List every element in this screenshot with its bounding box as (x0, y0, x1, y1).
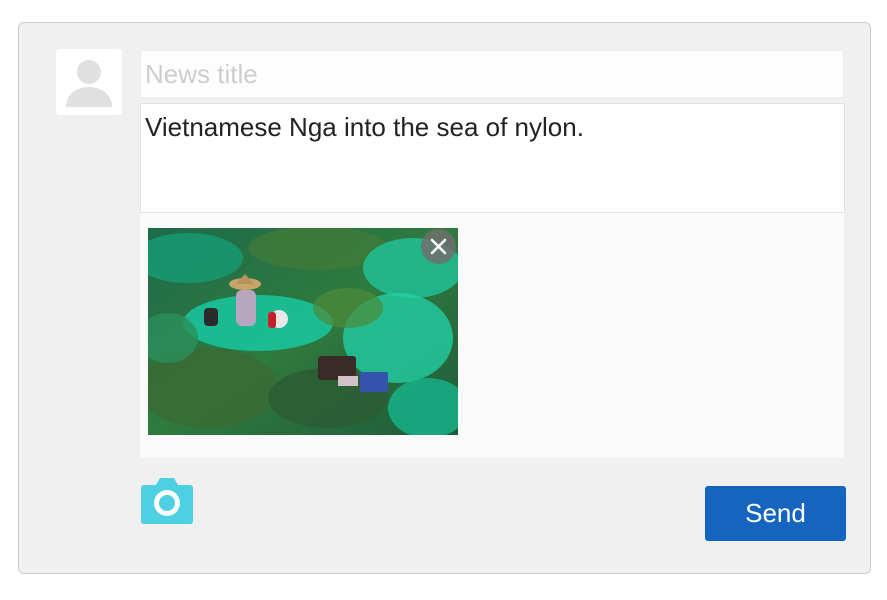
remove-image-button[interactable] (421, 229, 456, 264)
news-content-textarea[interactable]: Vietnamese Nga into the sea of nylon. (140, 103, 845, 213)
add-photo-button[interactable] (140, 475, 194, 525)
user-placeholder-icon (66, 60, 112, 107)
close-icon (430, 238, 447, 255)
camera-icon (141, 478, 193, 524)
attachment-panel (140, 213, 844, 458)
avatar (56, 49, 122, 115)
post-composer-card: Vietnamese Nga into the sea of nylon. (18, 22, 871, 574)
news-title-input[interactable] (140, 50, 844, 98)
attached-image-thumbnail (148, 228, 458, 435)
send-button[interactable]: Send (705, 486, 846, 541)
